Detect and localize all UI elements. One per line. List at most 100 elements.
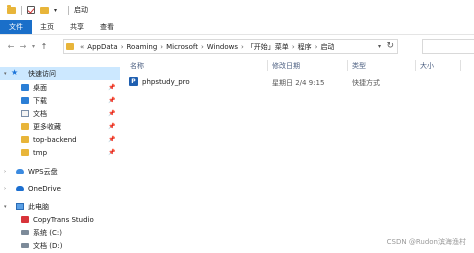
up-arrow-icon[interactable]: ↑ (38, 42, 50, 51)
column-divider[interactable] (415, 60, 416, 71)
nav-item-top-backend[interactable]: top-backend 📌 (0, 133, 120, 146)
nav-item-drive-d[interactable]: 文档 (D:) (0, 239, 120, 252)
chevron-down-icon[interactable]: ▾ (54, 7, 57, 14)
forward-arrow-icon[interactable]: → (17, 42, 29, 51)
nav-label: top-backend (33, 135, 77, 144)
star-icon: ★ (11, 68, 19, 77)
chevron-down-icon[interactable]: ▾ (4, 71, 7, 77)
breadcrumb-startup[interactable]: 启动 (320, 42, 334, 52)
file-type: 快捷方式 (352, 79, 380, 87)
nav-item-desktop[interactable]: 桌面 📌 (0, 81, 120, 94)
computer-icon (16, 203, 24, 210)
nav-label: 系统 (C:) (33, 228, 62, 237)
drive-icon (21, 230, 29, 235)
column-divider[interactable] (267, 60, 268, 71)
nav-item-wps-cloud[interactable]: › WPS云盘 (0, 165, 120, 178)
column-divider[interactable] (347, 60, 348, 71)
phpstudy-shortcut-icon: P (129, 77, 138, 86)
address-dropdown-icon[interactable]: ▾ (378, 43, 381, 50)
chevron-right-icon[interactable]: › (241, 43, 244, 51)
file-modified: 星期日 2/4 9:15 (272, 79, 325, 87)
folder-icon (21, 149, 29, 156)
column-header-size[interactable]: 大小 (420, 58, 434, 73)
search-input[interactable] (422, 39, 474, 54)
navigation-pane: ▾ ★ 快速访问 桌面 📌 下载 📌 文档 📌 更多收藏 📌 top-backe… (0, 58, 120, 253)
back-arrow-icon[interactable]: ← (5, 42, 17, 51)
tab-share[interactable]: 共享 (62, 20, 92, 34)
file-row[interactable]: P phpstudy_pro 星期日 2/4 9:15 快捷方式 (120, 75, 474, 89)
nav-item-favorites[interactable]: 更多收藏 📌 (0, 120, 120, 133)
separator (68, 5, 70, 15)
breadcrumb-programs[interactable]: 程序 (298, 42, 312, 52)
nav-label: 桌面 (33, 83, 47, 92)
tab-view[interactable]: 查看 (92, 20, 122, 34)
chevron-down-icon[interactable]: ▾ (4, 204, 7, 210)
watermark-text: CSDN @Rudon滨海渔村 (386, 238, 466, 246)
chevron-right-icon[interactable]: › (201, 43, 204, 51)
nav-quick-access[interactable]: ▾ ★ 快速访问 (0, 67, 120, 80)
breadcrumb[interactable]: « AppData › Roaming › Microsoft › Window… (63, 39, 398, 54)
tab-home[interactable]: 主页 (32, 20, 62, 34)
breadcrumb-appdata[interactable]: AppData (87, 43, 117, 51)
breadcrumb-microsoft[interactable]: Microsoft (166, 43, 198, 51)
column-header-name[interactable]: 名称 (130, 58, 144, 73)
nav-label: 此电脑 (28, 202, 49, 211)
chevron-right-icon[interactable]: › (292, 43, 295, 51)
download-icon (21, 97, 29, 104)
pin-icon: 📌 (108, 97, 116, 104)
nav-item-drive-c[interactable]: 系统 (C:) (0, 226, 120, 239)
chevron-left-double-icon[interactable]: « (80, 43, 84, 51)
nav-label: 下载 (33, 96, 47, 105)
drive-icon (21, 243, 29, 248)
onedrive-icon (16, 186, 24, 191)
app-icon (21, 216, 29, 223)
pin-icon: 📌 (108, 110, 116, 117)
separator (21, 5, 22, 15)
breadcrumb-start-menu[interactable]: 「开始」菜单 (247, 42, 289, 52)
nav-item-copytrans[interactable]: CopyTrans Studio (0, 213, 120, 226)
folder-icon (7, 4, 16, 14)
document-icon (21, 110, 29, 117)
refresh-icon[interactable]: ↻ (386, 41, 394, 51)
column-header-modified[interactable]: 修改日期 (272, 58, 300, 73)
recent-locations-icon[interactable]: ▾ (29, 43, 38, 50)
folder-icon (21, 136, 29, 143)
nav-label: 快速访问 (28, 69, 56, 78)
nav-item-onedrive[interactable]: › OneDrive (0, 182, 120, 195)
title-bar: ▾ 启动 (0, 0, 474, 20)
nav-label: 文档 (D:) (33, 241, 63, 250)
pin-icon: 📌 (108, 123, 116, 130)
nav-label: 文档 (33, 109, 47, 118)
nav-label: 更多收藏 (33, 122, 61, 131)
column-divider[interactable] (460, 60, 461, 71)
breadcrumb-windows[interactable]: Windows (207, 43, 238, 51)
tab-file[interactable]: 文件 (0, 20, 32, 34)
nav-label: CopyTrans Studio (33, 215, 94, 224)
address-bar-row: ← → ▾ ↑ « AppData › Roaming › Microsoft … (0, 35, 474, 58)
nav-label: OneDrive (28, 184, 61, 193)
new-folder-icon[interactable] (40, 6, 49, 14)
ribbon-tabs: 文件 主页 共享 查看 (0, 20, 474, 35)
chevron-right-icon[interactable]: › (160, 43, 163, 51)
chevron-right-icon[interactable]: › (121, 43, 124, 51)
nav-label: tmp (33, 148, 48, 157)
properties-icon[interactable] (27, 6, 35, 14)
nav-item-this-pc[interactable]: ▾ 此电脑 (0, 200, 120, 213)
folder-icon (66, 43, 74, 50)
column-header-row: 名称 修改日期 类型 大小 (120, 58, 474, 73)
pin-icon: 📌 (108, 149, 116, 156)
column-header-type[interactable]: 类型 (352, 58, 366, 73)
cloud-icon (16, 169, 24, 174)
nav-item-tmp[interactable]: tmp 📌 (0, 146, 120, 159)
folder-icon (21, 123, 29, 130)
nav-label: WPS云盘 (28, 167, 58, 176)
nav-item-documents[interactable]: 文档 📌 (0, 107, 120, 120)
chevron-right-icon[interactable]: › (4, 186, 6, 192)
desktop-icon (21, 84, 29, 91)
chevron-right-icon[interactable]: › (4, 169, 6, 175)
file-name: phpstudy_pro (142, 78, 190, 86)
pin-icon: 📌 (108, 136, 116, 143)
breadcrumb-roaming[interactable]: Roaming (127, 43, 158, 51)
nav-item-downloads[interactable]: 下载 📌 (0, 94, 120, 107)
chevron-right-icon[interactable]: › (315, 43, 318, 51)
